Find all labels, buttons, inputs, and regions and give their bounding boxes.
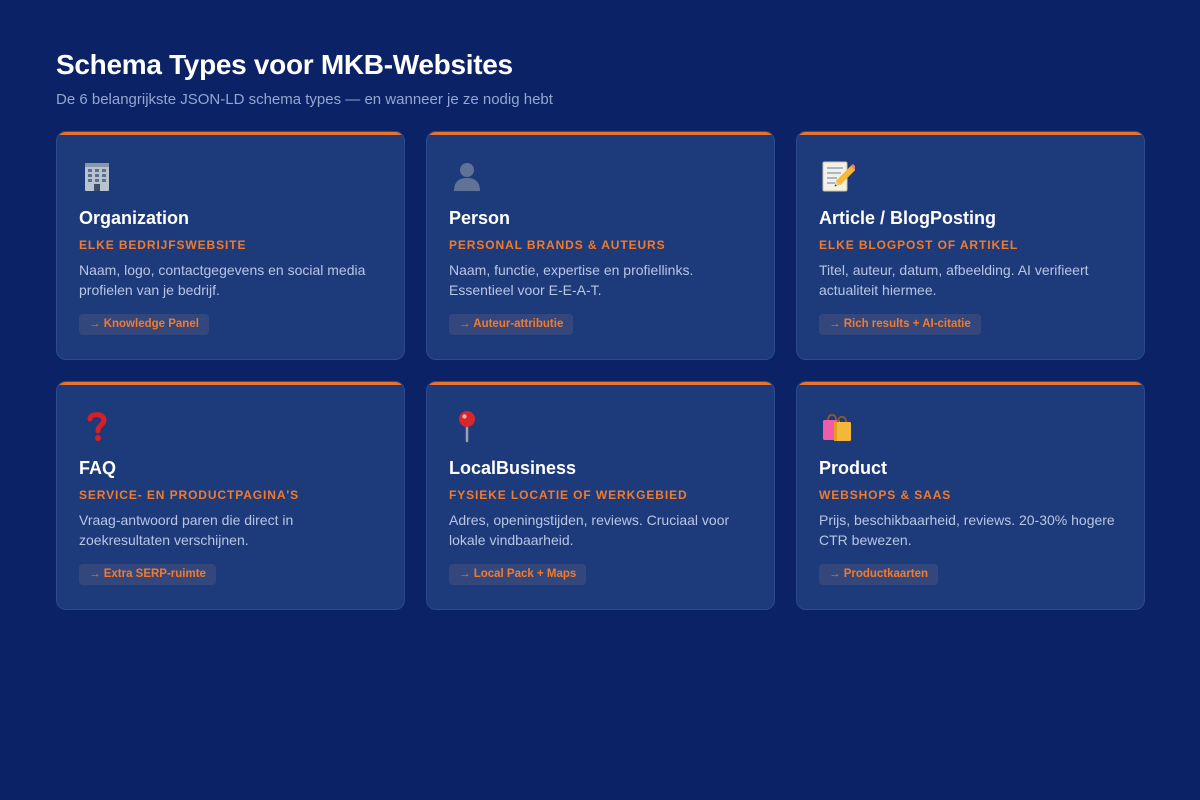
schema-card-article: Article / BlogPosting Elke blogpost of a… (796, 131, 1145, 360)
schema-card-faq: FAQ Service- en productpagina's Vraag-an… (56, 381, 405, 610)
schema-card-localbusiness: LocalBusiness Fysieke locatie of werkgeb… (426, 381, 775, 610)
memo-pencil-icon (822, 161, 855, 192)
card-badge: → Auteur-attributie (449, 314, 574, 335)
page-title: Schema Types voor MKB-Websites (56, 49, 513, 80)
schema-card-person: Person Personal brands & auteurs Naam, f… (426, 131, 775, 360)
card-description: Prijs, beschikbaarheid, reviews. 20-30% … (819, 512, 1115, 548)
card-badge: → Local Pack + Maps (449, 564, 587, 585)
shopping-bags-icon (823, 413, 851, 441)
card-description: Adres, openingstijden, reviews. Cruciaal… (449, 512, 730, 548)
schema-card-grid: Organization Elke bedrijfswebsite Naam, … (56, 131, 1145, 610)
card-badge: → Extra SERP-ruimte (79, 564, 216, 585)
card-tag: Elke blogpost of artikel (819, 238, 1019, 252)
question-mark-icon (87, 412, 107, 441)
card-tag: Service- en productpagina's (79, 488, 300, 502)
card-description: Titel, auteur, datum, afbeelding. AI ver… (819, 262, 1089, 298)
person-silhouette-icon (454, 163, 480, 191)
card-title: Product (819, 458, 888, 478)
schema-card-organization: Organization Elke bedrijfswebsite Naam, … (56, 131, 405, 360)
card-title: LocalBusiness (449, 458, 577, 478)
card-tag: Elke bedrijfswebsite (79, 238, 247, 252)
page-subtitle: De 6 belangrijkste JSON-LD schema types … (56, 91, 553, 108)
card-title: Article / BlogPosting (819, 208, 997, 228)
card-description: Naam, logo, contactgegevens en social me… (79, 262, 366, 298)
card-tag: Personal brands & auteurs (449, 238, 666, 252)
card-badge: → Knowledge Panel (79, 314, 209, 335)
office-building-icon (85, 163, 109, 191)
card-title: FAQ (79, 458, 117, 478)
schema-card-product: Product Webshops & SaaS Prijs, beschikba… (796, 381, 1145, 610)
card-title: Person (449, 208, 511, 228)
card-title: Organization (79, 208, 190, 228)
card-description: Naam, functie, expertise en profiellinks… (449, 262, 694, 298)
map-pin-icon (459, 411, 475, 443)
card-badge: → Productkaarten (819, 564, 939, 585)
card-description: Vraag-antwoord paren die direct in zoekr… (79, 512, 294, 548)
page: Schema Types voor MKB-Websites De 6 bela… (56, 48, 1145, 610)
card-tag: Fysieke locatie of werkgebied (449, 488, 688, 502)
card-tag: Webshops & SaaS (819, 488, 952, 502)
card-badge: → Rich results + AI-citatie (819, 314, 981, 335)
